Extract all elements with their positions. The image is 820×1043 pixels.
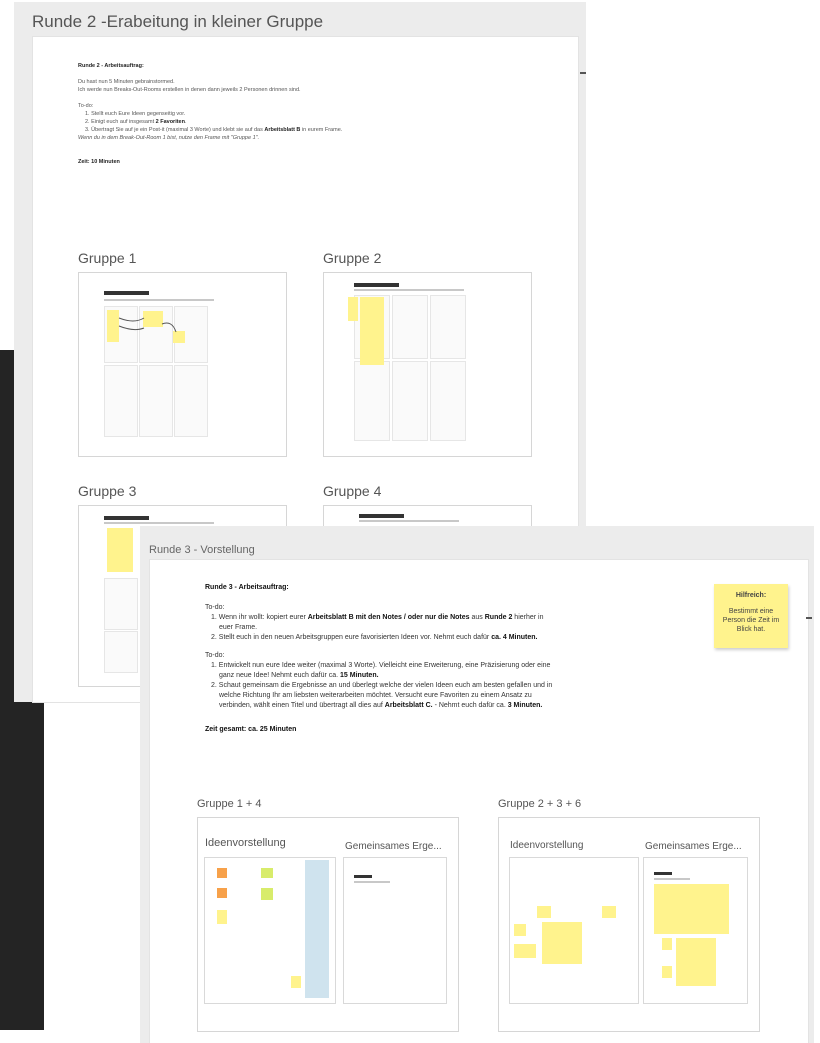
sticky-note[interactable] (514, 944, 536, 958)
round-2-todo-label: To-do: (78, 103, 94, 109)
round-3-b2-cont-2: verbinden, wählt einen Titel und übertra… (219, 702, 543, 709)
group-1-label[interactable]: Gruppe 1 (78, 250, 136, 266)
group-4-label[interactable]: Gruppe 4 (323, 483, 381, 499)
round-2-intro-2: Ich werde nun Breaks-Out-Rooms erstellen… (78, 87, 301, 93)
sticky-note[interactable] (261, 868, 273, 878)
round-3-todo-label-2: To-do: (205, 652, 225, 659)
group-2-label[interactable]: Gruppe 2 (323, 250, 381, 266)
group-1-frame[interactable] (78, 272, 287, 457)
round-3-todo-label-1: To-do: (205, 604, 225, 611)
group-1-4-ideas-board[interactable] (204, 857, 336, 1004)
round-2-note: Wenn du in dem Break-Out-Room 1 bist, nu… (78, 135, 260, 141)
round-2-time: Zeit: 10 Minuten (78, 159, 120, 165)
group-2-3-6-result-title: Gemeinsames Erge... (645, 841, 742, 852)
round-3-heading: Runde 3 - Arbeitsauftrag: (205, 584, 289, 591)
group-1-4-label[interactable]: Gruppe 1 + 4 (197, 798, 262, 810)
sticky-note[interactable] (676, 938, 716, 986)
sticky-note[interactable] (291, 976, 301, 988)
round-3-frame-title[interactable]: Runde 3 - Vorstellung (149, 544, 255, 556)
group-1-4-ideas-title: Ideenvorstellung (205, 837, 286, 849)
round-2-instructions: Runde 2 - Arbeitsauftrag: Du hast nun 5 … (78, 62, 558, 166)
connector-arrows (118, 317, 177, 333)
sticky-note[interactable] (261, 888, 273, 900)
sticky-note[interactable] (602, 906, 616, 918)
sticky-note[interactable] (348, 297, 358, 321)
group-2-frame[interactable] (323, 272, 532, 457)
round-3-a1: 1. Wenn ihr wollt: kopiert eurer Arbeits… (211, 614, 544, 621)
frame-edge-marker (580, 72, 586, 74)
sticky-note[interactable] (537, 906, 551, 918)
sticky-note[interactable] (654, 884, 729, 934)
round-2-todo-1: 1. Stellt euch Eure Ideen gegenseitig vo… (85, 111, 186, 117)
group-3-label[interactable]: Gruppe 3 (78, 483, 136, 499)
sticky-note[interactable] (542, 922, 582, 964)
round-2-heading: Runde 2 - Arbeitsauftrag: (78, 63, 144, 69)
round-3-a1-cont: euer Frame. (219, 624, 258, 631)
round-3-a2: 2. Stellt euch in den neuen Arbeitsgrupp… (211, 634, 538, 641)
sticky-note[interactable] (662, 966, 672, 978)
helpful-sticky-note[interactable]: Hilfreich: Bestimmt eine Person die Zeit… (714, 584, 788, 648)
round-2-todo-3: 3. Übertragt Sie auf je ein Post-it (max… (85, 127, 343, 133)
frame-edge-marker (806, 617, 812, 619)
image-clipping[interactable] (305, 860, 329, 998)
group-1-4-result-title: Gemeinsames Erge... (345, 841, 442, 852)
group-2-3-6-ideas-board[interactable] (509, 857, 639, 1004)
round-2-intro-1: Du hast nun 5 Minuten gebrainstormed. (78, 79, 175, 85)
round-3-b2: 2. Schaut gemeinsam die Ergebnisse an un… (211, 682, 553, 689)
group-2-3-6-label[interactable]: Gruppe 2 + 3 + 6 (498, 798, 581, 810)
round-2-todo-2: 2. Einigt euch auf insgesamt 2 Favoriten… (85, 119, 187, 125)
sticky-note[interactable] (360, 297, 384, 365)
round-2-frame-title[interactable]: Runde 2 -Erabeitung in kleiner Gruppe (32, 12, 323, 32)
round-3-instructions: Runde 3 - Arbeitsauftrag: To-do: 1. Wenn… (205, 583, 605, 735)
round-3-b1-cont: ganz neue Idee! Nehmt euch dafür ca. 15 … (219, 672, 379, 679)
sticky-note[interactable] (217, 910, 227, 924)
sticky-note[interactable] (514, 924, 526, 936)
sticky-note[interactable] (662, 938, 672, 950)
round-3-time: Zeit gesamt: ca. 25 Minuten (205, 726, 297, 733)
sticky-note[interactable] (217, 888, 227, 898)
group-2-3-6-result-board[interactable] (643, 857, 748, 1004)
helpful-text: Bestimmt eine Person die Zeit im Blick h… (722, 608, 780, 633)
round-3-b2-cont-1: welche Richtung Ihr am liebsten weiterar… (219, 692, 532, 699)
helpful-title: Hilfreich: (735, 592, 767, 599)
sticky-note[interactable] (107, 528, 133, 572)
sticky-note[interactable] (217, 868, 227, 878)
group-1-4-result-board[interactable] (343, 857, 447, 1004)
group-2-3-6-ideas-title: Ideenvorstellung (510, 840, 584, 851)
round-3-b1: 1. Entwickelt nun eure Idee weiter (maxi… (211, 662, 551, 669)
